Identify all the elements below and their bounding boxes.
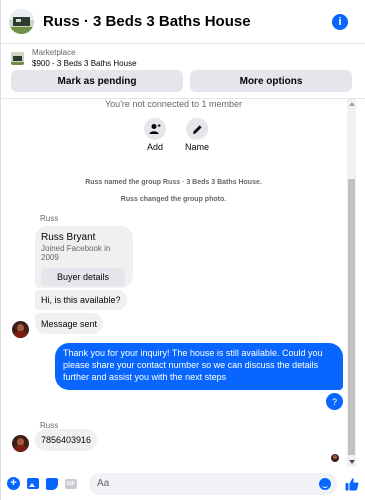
emoji-icon[interactable] xyxy=(319,477,331,490)
scrollbar[interactable] xyxy=(347,99,356,467)
chat-header: Russ · 3 Beds 3 Baths House i xyxy=(1,0,365,44)
marketplace-label: Marketplace xyxy=(32,48,76,57)
sticker-icon[interactable] xyxy=(45,477,58,490)
gif-icon[interactable]: GIF xyxy=(64,477,77,490)
thumbs-up-icon[interactable] xyxy=(345,477,359,491)
sender-name: Russ xyxy=(40,214,59,223)
add-label: Add xyxy=(146,142,163,152)
system-message: Russ changed the group photo. xyxy=(120,196,227,203)
not-connected-notice: You're not connected to 1 member xyxy=(105,99,242,109)
scroll-up-arrow[interactable] xyxy=(349,102,355,106)
chat-window: Russ · 3 Beds 3 Baths House i Marketplac… xyxy=(0,0,365,500)
incoming-message[interactable]: Message sent xyxy=(35,313,104,334)
incoming-message[interactable]: 7856403916 xyxy=(35,429,98,451)
seen-avatar xyxy=(331,454,339,462)
mark-as-pending-button[interactable]: Mark as pending xyxy=(11,70,183,92)
marketplace-panel: Marketplace $900 - 3 Beds 3 Baths House … xyxy=(1,44,365,99)
listing-thumbnail xyxy=(11,51,24,65)
buyer-details-button[interactable]: Buyer details xyxy=(41,268,125,286)
system-message: Russ named the group Russ · 3 Beds 3 Bat… xyxy=(85,179,262,186)
plus-icon[interactable]: + xyxy=(7,477,20,490)
scroll-down-arrow[interactable] xyxy=(349,460,355,464)
name-group-action[interactable]: Name xyxy=(177,118,217,152)
scrollbar-thumb[interactable] xyxy=(348,179,355,455)
message-input[interactable] xyxy=(97,478,297,489)
buyer-joined-date: Joined Facebook in 2009 xyxy=(41,244,111,262)
add-member-action[interactable]: Add xyxy=(135,118,175,152)
avatar[interactable] xyxy=(12,321,29,338)
listing-title: $900 - 3 Beds 3 Baths House xyxy=(32,59,137,68)
more-options-button[interactable]: More options xyxy=(190,70,352,92)
info-icon[interactable]: i xyxy=(332,13,348,30)
add-person-icon xyxy=(144,118,166,140)
buyer-name: Russ Bryant xyxy=(41,232,96,243)
group-photo[interactable] xyxy=(9,9,34,34)
incoming-message[interactable]: Hi, is this available? xyxy=(35,290,127,310)
buyer-profile-card: Russ Bryant Joined Facebook in 2009 Buye… xyxy=(35,226,133,288)
photo-icon[interactable] xyxy=(26,477,39,490)
marketplace-listing[interactable]: Marketplace $900 - 3 Beds 3 Baths House xyxy=(11,47,137,69)
outgoing-message[interactable]: Thank you for your inquiry! The house is… xyxy=(55,343,343,390)
composer: + GIF xyxy=(1,467,365,500)
avatar[interactable] xyxy=(12,435,29,452)
chat-title[interactable]: Russ · 3 Beds 3 Baths House xyxy=(43,13,332,30)
pencil-icon xyxy=(186,118,208,140)
message-input-container[interactable] xyxy=(89,472,337,495)
outgoing-message[interactable]: ? xyxy=(326,393,343,410)
name-label: Name xyxy=(184,142,209,152)
